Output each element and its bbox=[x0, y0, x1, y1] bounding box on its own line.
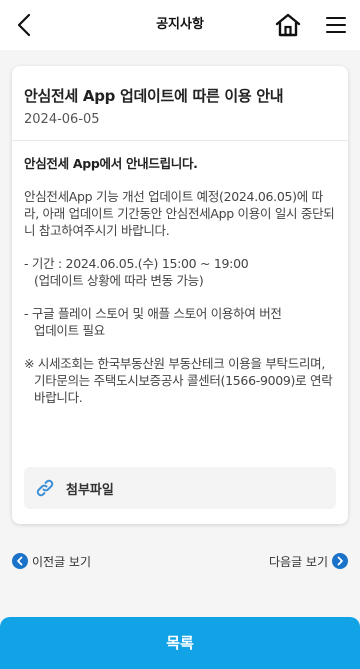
body-store: - 구글 플레이 스토어 및 애플 스토어 이용하여 버전 업데이트 필요 bbox=[24, 305, 336, 339]
store-line2: 업데이트 필요 bbox=[34, 323, 105, 338]
hamburger-menu-icon bbox=[326, 17, 346, 33]
chevron-left-icon bbox=[17, 13, 31, 37]
back-button[interactable] bbox=[8, 9, 40, 41]
divider bbox=[12, 140, 348, 141]
prev-post-link[interactable]: 이전글 보기 bbox=[12, 551, 91, 571]
period-line1: - 기간 : 2024.06.05.(수) 15:00 ~ 19:00 bbox=[24, 256, 249, 271]
body-period: - 기간 : 2024.06.05.(수) 15:00 ~ 19:00 (업데이… bbox=[24, 255, 336, 289]
app-screen: 공지사항 안심전세 App 업데이트에 따른 이용 안내 2024-06-05 … bbox=[0, 0, 360, 669]
notice-title: 안심전세 App 업데이트에 따른 이용 안내 bbox=[24, 87, 284, 105]
link-icon bbox=[34, 477, 56, 499]
attachment-button[interactable]: 첨부파일 bbox=[24, 467, 336, 509]
body-contact: ※ 시세조회는 한국부동산원 부동산테크 이용을 부탁드리며, 기타문의는 주택… bbox=[24, 356, 333, 405]
home-button[interactable] bbox=[273, 9, 303, 41]
list-button[interactable]: 목록 bbox=[0, 617, 360, 669]
body-heading: 안심전세 App에서 안내드립니다. bbox=[24, 156, 198, 171]
notice-body: 안심전세 App에서 안내드립니다. 안심전세App 기능 개선 업데이트 예정… bbox=[24, 155, 336, 422]
prev-post-label: 이전글 보기 bbox=[32, 554, 92, 569]
body-intro: 안심전세App 기능 개선 업데이트 예정(2024.06.05)에 따라, 아… bbox=[24, 189, 335, 238]
menu-button[interactable] bbox=[322, 9, 350, 41]
circle-arrow-right-icon bbox=[332, 553, 348, 569]
notice-card: 안심전세 App 업데이트에 따른 이용 안내 2024-06-05 안심전세 … bbox=[12, 66, 348, 524]
home-icon bbox=[275, 13, 301, 37]
attachment-label: 첨부파일 bbox=[66, 482, 114, 498]
notice-date: 2024-06-05 bbox=[24, 112, 100, 127]
store-line1: - 구글 플레이 스토어 및 애플 스토어 이용하여 버전 bbox=[24, 306, 282, 321]
next-post-label: 다음글 보기 bbox=[268, 554, 328, 569]
page-title: 공지사항 bbox=[156, 17, 204, 32]
next-post-link[interactable]: 다음글 보기 bbox=[269, 551, 348, 571]
period-line2: (업데이트 상황에 따라 변동 가능) bbox=[34, 273, 204, 288]
top-header: 공지사항 bbox=[0, 0, 360, 50]
circle-arrow-left-icon bbox=[12, 553, 28, 569]
